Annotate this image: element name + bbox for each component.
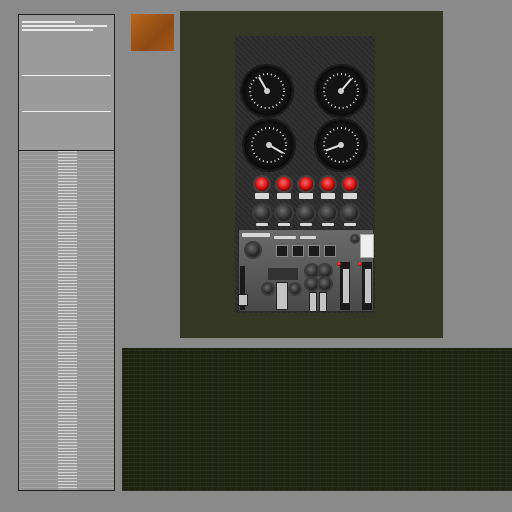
- sheet-column-mid: [59, 43, 77, 144]
- sheet-body-texture-right: [78, 151, 114, 490]
- throttle-knob-left[interactable]: [263, 284, 273, 294]
- warning-light-2[interactable]: [277, 177, 291, 191]
- warning-light-4[interactable]: [321, 177, 335, 191]
- knob-placard: [256, 223, 268, 226]
- gauge-hub: [338, 142, 344, 148]
- gauge-top-right: [316, 66, 366, 116]
- sheet-rule: [22, 75, 111, 76]
- knob-placard: [300, 223, 312, 226]
- mixture-knob-4[interactable]: [319, 278, 331, 290]
- sheet-rule: [22, 111, 111, 112]
- gauge-hub: [338, 88, 344, 94]
- throttle-quadrant: [268, 268, 298, 280]
- lever-handle-right-1[interactable]: [342, 268, 350, 304]
- warning-light-1[interactable]: [255, 177, 269, 191]
- console-placard: [300, 236, 316, 239]
- warning-light-placard: [321, 193, 335, 199]
- rotary-knob-4[interactable]: [320, 205, 336, 221]
- warning-light-placard: [277, 193, 291, 199]
- rotary-knob-1[interactable]: [254, 205, 270, 221]
- console-switch-1[interactable]: [276, 245, 288, 257]
- sheet-body-stripe: [58, 151, 77, 490]
- throttle-knob-right[interactable]: [290, 284, 300, 294]
- gauge-top-left: [242, 66, 292, 116]
- console-placard: [274, 236, 296, 239]
- lever-handle-right-2[interactable]: [364, 268, 372, 304]
- gauge-mid-right: [316, 120, 366, 170]
- knob-placard: [344, 223, 356, 226]
- warning-light-3[interactable]: [299, 177, 313, 191]
- warning-light-5[interactable]: [343, 177, 357, 191]
- console-switch-4[interactable]: [324, 245, 336, 257]
- dark-mesh-texture: [122, 348, 512, 491]
- sheet-column-right: [80, 43, 112, 144]
- gauge-mid-left: [244, 120, 294, 170]
- sheet-column-left: [22, 43, 56, 144]
- rotary-knob-3[interactable]: [298, 205, 314, 221]
- rotary-knob-2[interactable]: [276, 205, 292, 221]
- printed-sheet-header: [18, 14, 115, 151]
- console-switch-2[interactable]: [292, 245, 304, 257]
- indicator-led-1: [337, 262, 341, 266]
- indicator-led-2: [358, 262, 362, 266]
- rust-texture-swatch: [131, 14, 174, 51]
- indicator-window: [360, 234, 374, 258]
- sheet-body-texture-left: [21, 151, 57, 490]
- printed-sheet-body: [18, 151, 115, 491]
- small-knob[interactable]: [352, 236, 358, 242]
- lever-handle-left[interactable]: [238, 294, 248, 306]
- warning-light-placard: [299, 193, 313, 199]
- knob-placard: [322, 223, 334, 226]
- lever-handle-mid-2[interactable]: [319, 292, 327, 312]
- mixture-knob-1[interactable]: [306, 265, 318, 277]
- knob-placard: [278, 223, 290, 226]
- mixture-knob-2[interactable]: [319, 265, 331, 277]
- sheet-header-rules: [22, 19, 111, 39]
- throttle-lever[interactable]: [276, 282, 288, 310]
- mixture-knob-3[interactable]: [306, 278, 318, 290]
- gauge-hub: [266, 142, 272, 148]
- warning-light-placard: [255, 193, 269, 199]
- rotary-knob-5[interactable]: [342, 205, 358, 221]
- warning-light-placard: [343, 193, 357, 199]
- gauge-hub: [264, 88, 270, 94]
- console-placard: [242, 233, 270, 237]
- lever-handle-mid-1[interactable]: [309, 292, 317, 312]
- selector-knob[interactable]: [246, 243, 260, 257]
- console-switch-3[interactable]: [308, 245, 320, 257]
